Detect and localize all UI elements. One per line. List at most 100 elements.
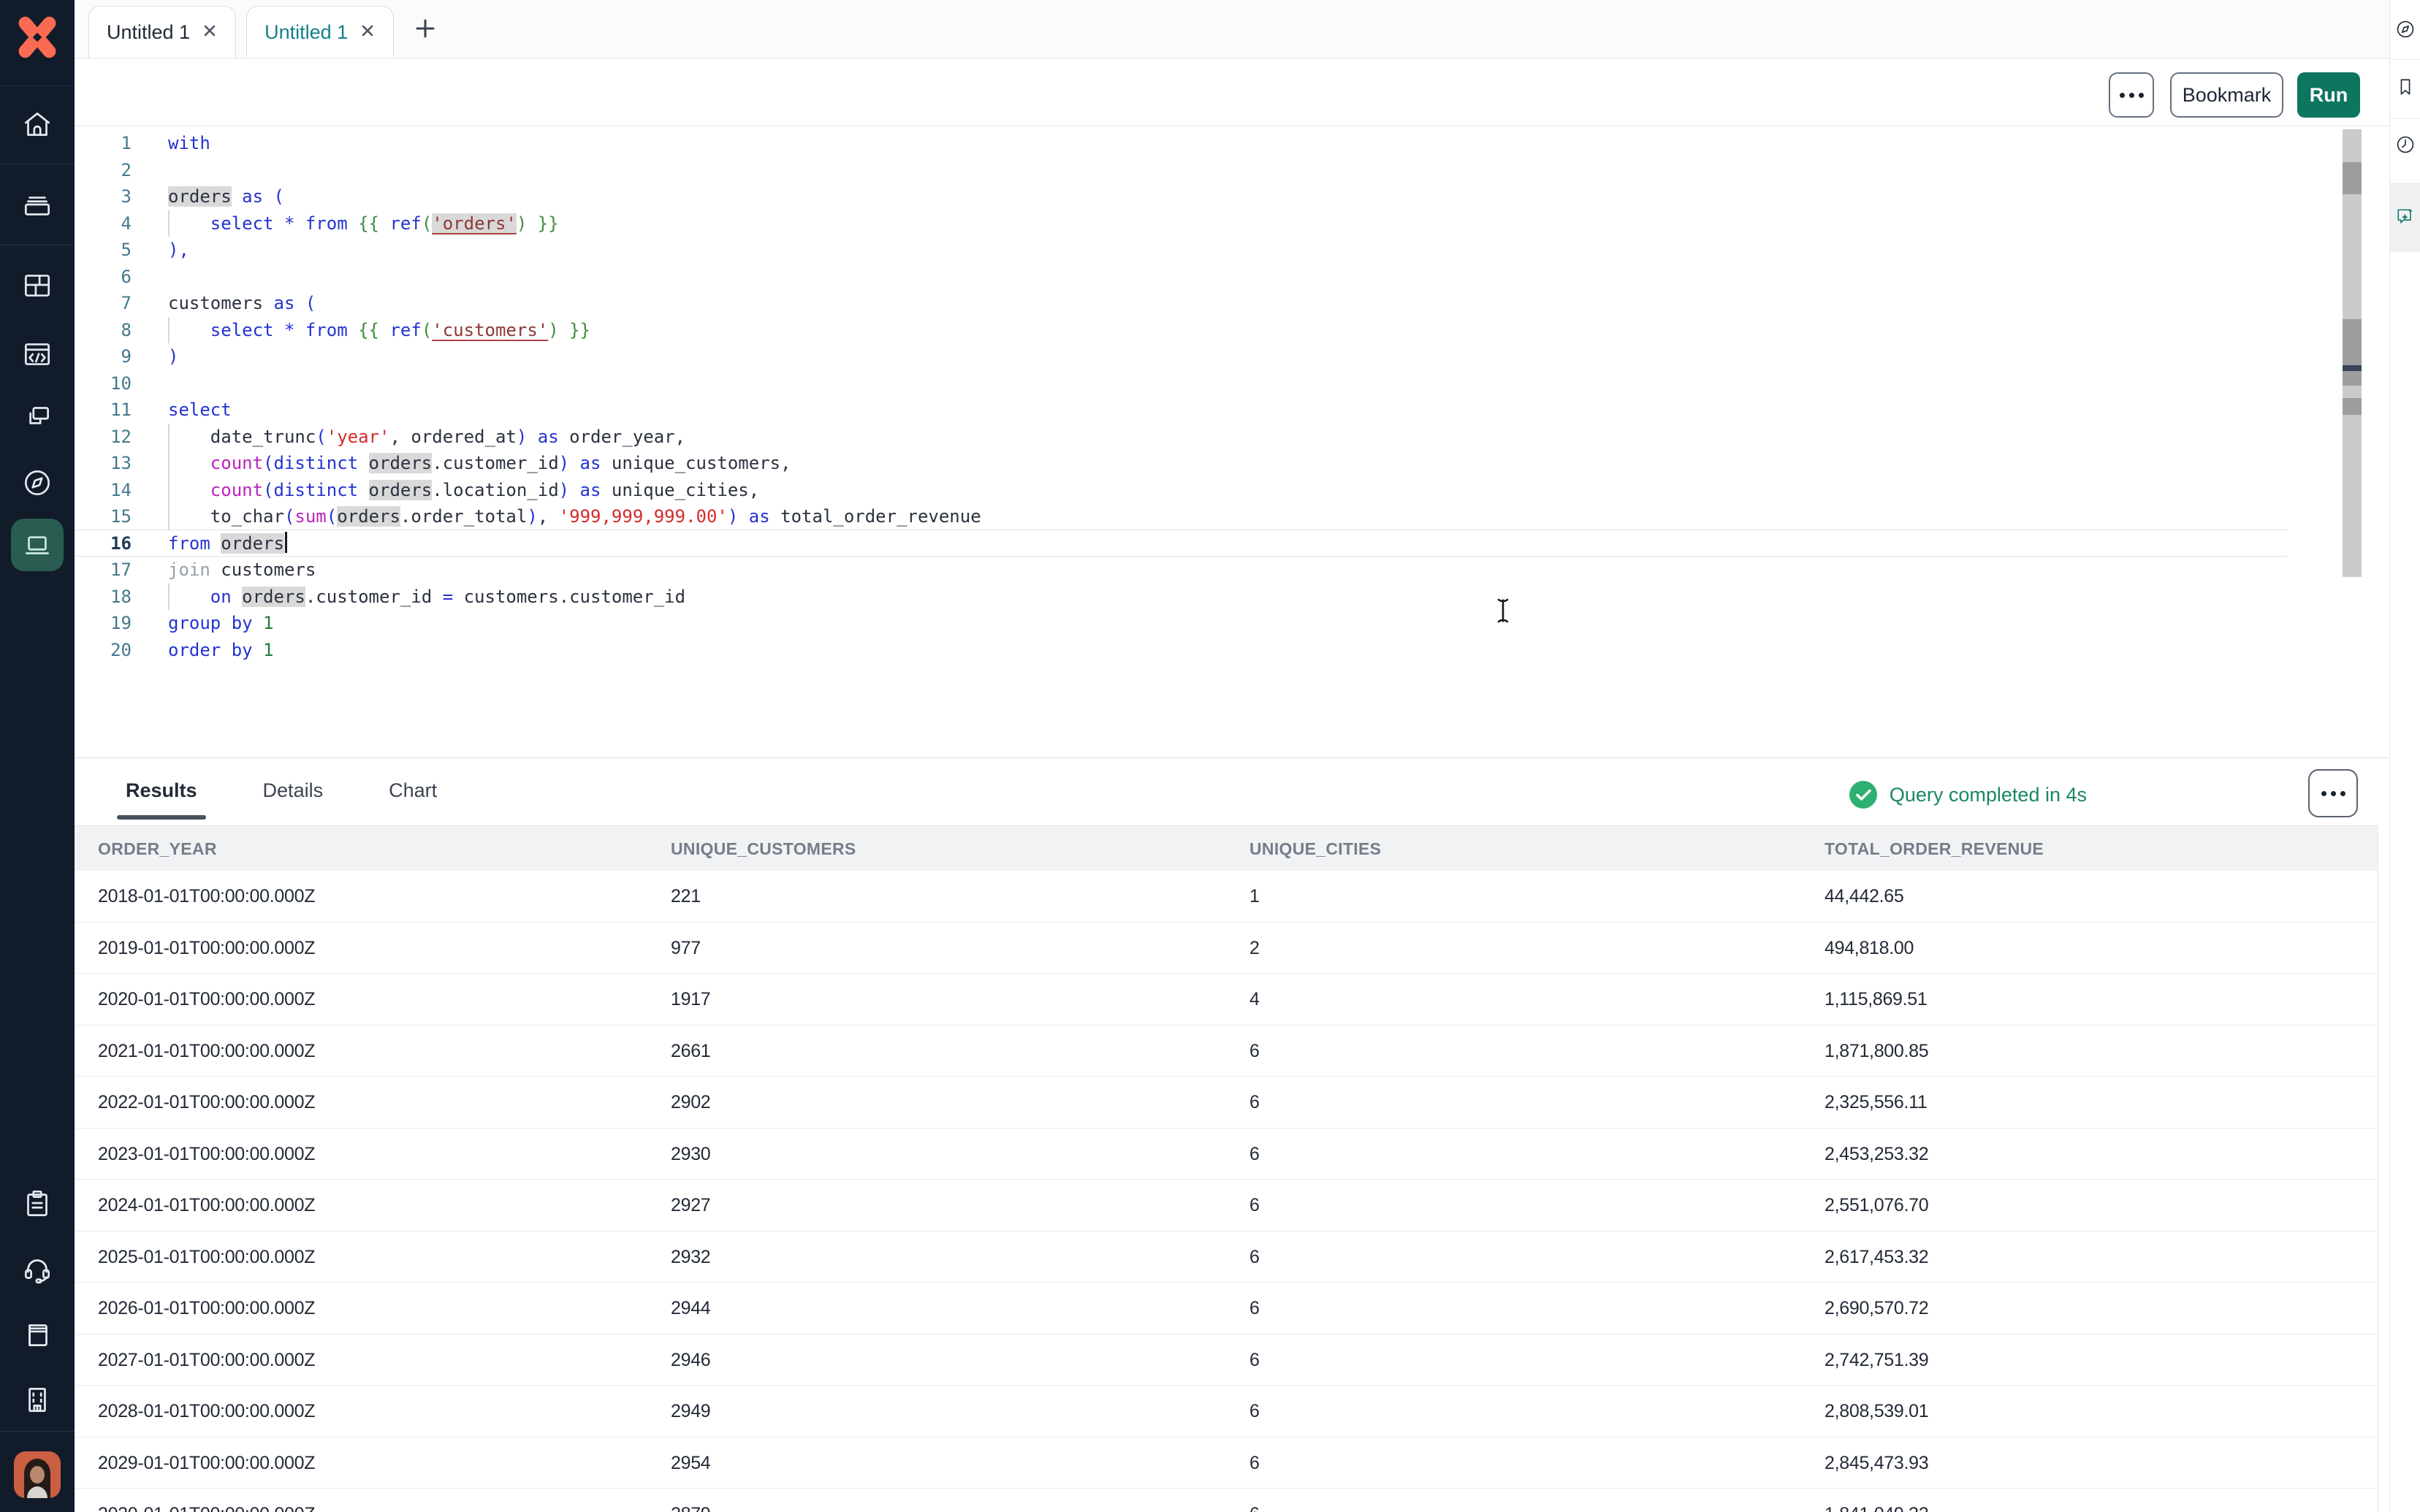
text-cursor bbox=[285, 532, 287, 553]
table-cell: 1,871,800.85 bbox=[1824, 1026, 1928, 1077]
table-cell: 6 bbox=[1249, 1335, 1260, 1386]
sql-editor[interactable]: 1234567891011121314151617181920 withorde… bbox=[75, 126, 2389, 757]
code-line-2[interactable] bbox=[75, 157, 2267, 184]
sidebar-item-docs[interactable] bbox=[0, 1307, 75, 1360]
table-cell: 221 bbox=[671, 871, 701, 923]
tab-untitled-1[interactable]: Untitled 1 bbox=[88, 6, 236, 58]
divider bbox=[0, 1431, 75, 1432]
results-more-button[interactable] bbox=[2308, 769, 2358, 817]
tab-chart[interactable]: Chart bbox=[380, 779, 446, 820]
code-line-16[interactable]: from orders bbox=[75, 530, 2267, 557]
table-row[interactable]: 2018-01-01T00:00:00.000Z221144,442.65 bbox=[75, 871, 2378, 923]
code-line-3[interactable]: orders as ( bbox=[75, 183, 2267, 210]
code-line-19[interactable]: group by 1 bbox=[75, 610, 2267, 637]
new-tab-button[interactable] bbox=[414, 0, 436, 58]
results-panel: Results Details Chart Query completed in 4… bbox=[75, 757, 2389, 1512]
run-button[interactable]: Run bbox=[2297, 72, 2360, 118]
headset-icon bbox=[20, 1252, 55, 1287]
table-cell: 44,442.65 bbox=[1824, 871, 1904, 923]
bookmark-button[interactable]: Bookmark bbox=[2170, 72, 2283, 118]
column-header-total_order_revenue[interactable]: TOTAL_ORDER_REVENUE bbox=[1824, 826, 2044, 871]
tab-results[interactable]: Results bbox=[117, 779, 206, 820]
sidebar-item-code[interactable] bbox=[0, 328, 75, 381]
table-cell: 6 bbox=[1249, 1129, 1260, 1180]
building-icon bbox=[20, 1382, 55, 1417]
table-row[interactable]: 2026-01-01T00:00:00.000Z294462,690,570.7… bbox=[75, 1283, 2378, 1335]
table-cell: 2 bbox=[1249, 923, 1260, 974]
tab-untitled-2[interactable]: Untitled 1 bbox=[246, 6, 394, 58]
indent-guide bbox=[168, 584, 170, 611]
more-options-button[interactable] bbox=[2109, 72, 2154, 118]
right-history-item[interactable] bbox=[2390, 121, 2420, 168]
table-row[interactable]: 2028-01-01T00:00:00.000Z294962,808,539.0… bbox=[75, 1386, 2378, 1437]
avatar-photo bbox=[14, 1451, 61, 1498]
code-line-4[interactable]: select * from {{ ref('orders') }} bbox=[75, 210, 2267, 237]
code-line-8[interactable]: select * from {{ ref('customers') }} bbox=[75, 317, 2267, 344]
query-status: Query completed in 4s bbox=[1849, 780, 2087, 809]
table-cell: 2954 bbox=[671, 1437, 710, 1489]
hex-logo[interactable] bbox=[0, 0, 75, 75]
plus-icon bbox=[414, 18, 436, 39]
sidebar-item-changelog[interactable] bbox=[0, 1177, 75, 1230]
tab-label: Untitled 1 bbox=[265, 21, 348, 44]
code-line-15[interactable]: to_char(sum(orders.order_total), '999,99… bbox=[75, 503, 2267, 530]
sidebar-item-apps[interactable] bbox=[0, 390, 75, 443]
table-cell: 2949 bbox=[671, 1386, 710, 1437]
close-tab-icon[interactable] bbox=[359, 23, 376, 42]
close-tab-icon[interactable] bbox=[202, 23, 218, 42]
column-header-unique_cities[interactable]: UNIQUE_CITIES bbox=[1249, 826, 1381, 871]
table-row[interactable]: 2023-01-01T00:00:00.000Z293062,453,253.3… bbox=[75, 1129, 2378, 1180]
history-clock-icon bbox=[2394, 133, 2417, 156]
editor-scrollbar[interactable] bbox=[2343, 129, 2362, 577]
column-header-order_year[interactable]: ORDER_YEAR bbox=[98, 826, 217, 871]
table-cell: 6 bbox=[1249, 1077, 1260, 1129]
indent-guide bbox=[168, 317, 170, 344]
table-cell: 6 bbox=[1249, 1180, 1260, 1232]
user-avatar[interactable] bbox=[14, 1451, 61, 1498]
table-cell: 2030-01-01T00:00:00.000Z bbox=[98, 1489, 315, 1512]
code-line-18[interactable]: on orders.customer_id = customers.custom… bbox=[75, 584, 2267, 611]
tab-details[interactable]: Details bbox=[254, 779, 332, 820]
scrollbar-cursor-marker bbox=[2343, 365, 2362, 371]
sidebar-item-projects[interactable] bbox=[0, 259, 75, 312]
table-row[interactable]: 2027-01-01T00:00:00.000Z294662,742,751.3… bbox=[75, 1335, 2378, 1386]
table-row[interactable]: 2024-01-01T00:00:00.000Z292762,551,076.7… bbox=[75, 1180, 2378, 1232]
right-bookmarks-item[interactable] bbox=[2390, 64, 2420, 110]
table-cell: 2661 bbox=[671, 1026, 710, 1077]
sidebar-item-home[interactable] bbox=[0, 98, 75, 150]
code-line-13[interactable]: count(distinct orders.customer_id) as un… bbox=[75, 450, 2267, 477]
table-row[interactable]: 2020-01-01T00:00:00.000Z191741,115,869.5… bbox=[75, 974, 2378, 1026]
code-line-20[interactable]: order by 1 bbox=[75, 637, 2267, 664]
code-line-6[interactable] bbox=[75, 264, 2267, 291]
table-row[interactable]: 2021-01-01T00:00:00.000Z266161,871,800.8… bbox=[75, 1026, 2378, 1077]
code-line-5[interactable]: ), bbox=[75, 237, 2267, 264]
table-row[interactable]: 2022-01-01T00:00:00.000Z290262,325,556.1… bbox=[75, 1077, 2378, 1129]
table-cell: 2,845,473.93 bbox=[1824, 1437, 1928, 1489]
table-cell: 2025-01-01T00:00:00.000Z bbox=[98, 1232, 315, 1283]
table-cell: 2879 bbox=[671, 1489, 710, 1512]
code-line-17[interactable]: join customers bbox=[75, 557, 2267, 584]
table-row[interactable]: 2019-01-01T00:00:00.000Z9772494,818.00 bbox=[75, 923, 2378, 974]
code-line-7[interactable]: customers as ( bbox=[75, 290, 2267, 317]
table-cell: 1,115,869.51 bbox=[1824, 974, 1928, 1026]
table-row[interactable]: 2029-01-01T00:00:00.000Z295462,845,473.9… bbox=[75, 1437, 2378, 1489]
sidebar-item-workspace[interactable] bbox=[0, 1373, 75, 1426]
right-explore-item[interactable] bbox=[2390, 6, 2420, 53]
code-line-10[interactable] bbox=[75, 370, 2267, 397]
code-line-9[interactable]: ) bbox=[75, 343, 2267, 370]
table-cell: 2,808,539.01 bbox=[1824, 1386, 1928, 1437]
column-header-unique_customers[interactable]: UNIQUE_CUSTOMERS bbox=[671, 826, 856, 871]
sidebar-item-explore[interactable] bbox=[0, 457, 75, 509]
sidebar-item-collections[interactable] bbox=[0, 179, 75, 232]
table-cell: 494,818.00 bbox=[1824, 923, 1914, 974]
sidebar-item-support[interactable] bbox=[0, 1243, 75, 1296]
table-row[interactable]: 2030-01-01T00:00:00.000Z287961,841,049.3… bbox=[75, 1489, 2378, 1512]
code-line-14[interactable]: count(distinct orders.location_id) as un… bbox=[75, 477, 2267, 504]
table-row[interactable]: 2025-01-01T00:00:00.000Z293262,617,453.3… bbox=[75, 1232, 2378, 1283]
right-ai-chat-item[interactable] bbox=[2390, 192, 2420, 239]
code-line-11[interactable]: select bbox=[75, 397, 2267, 424]
code-line-1[interactable]: with bbox=[75, 130, 2267, 157]
table-cell: 4 bbox=[1249, 974, 1260, 1026]
code-line-12[interactable]: date_trunc('year', ordered_at) as order_… bbox=[75, 424, 2267, 451]
sidebar-item-notebook-active[interactable] bbox=[11, 519, 64, 571]
